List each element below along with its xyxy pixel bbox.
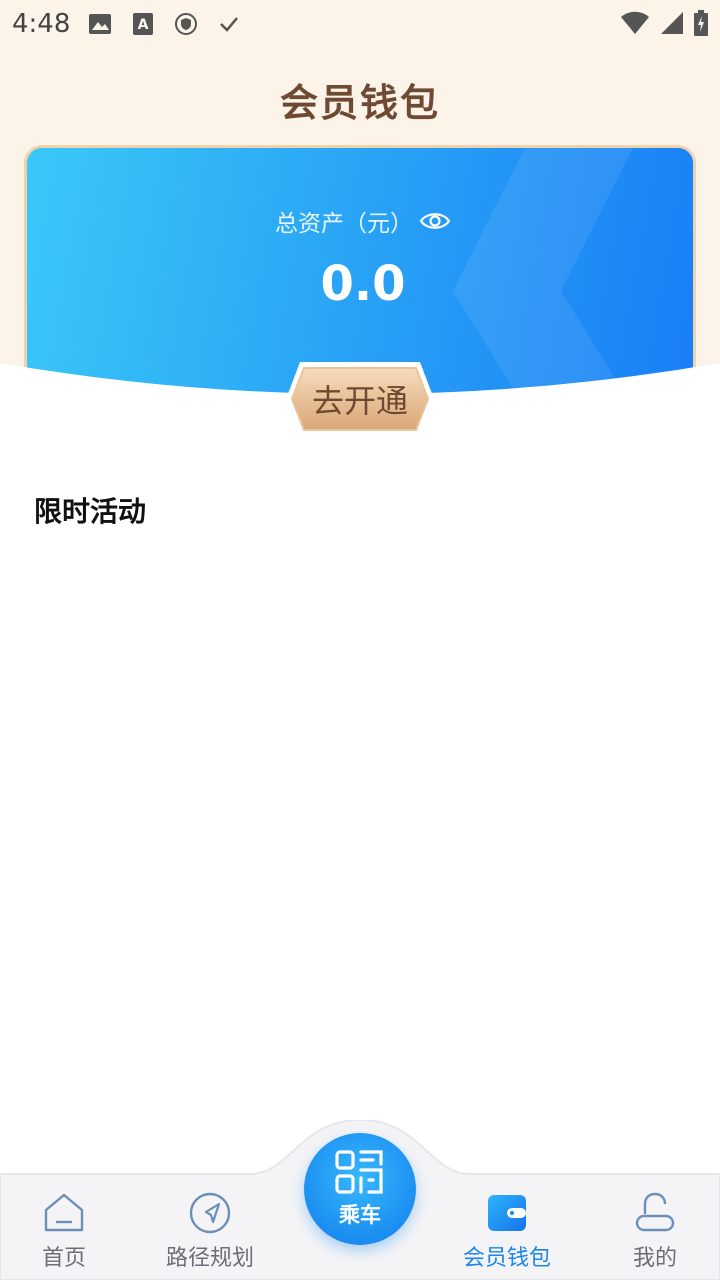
activate-button[interactable]: 去开通 xyxy=(284,360,436,438)
profile-icon xyxy=(635,1192,675,1232)
tab-route-planning-label: 路径规划 xyxy=(165,1246,254,1271)
tab-member-wallet[interactable]: 会员钱包 xyxy=(437,1192,577,1280)
ride-qr-button[interactable]: 乘车 xyxy=(304,1133,416,1245)
wifi-icon xyxy=(621,11,649,34)
image-icon xyxy=(89,14,112,34)
ride-button-label: 乘车 xyxy=(339,1203,381,1227)
status-notification-icons: A xyxy=(88,12,240,36)
navigation-icon xyxy=(189,1192,231,1234)
total-assets-text: 总资产（元） xyxy=(275,211,413,237)
eye-icon[interactable] xyxy=(419,210,451,232)
tab-home[interactable]: 首页 xyxy=(0,1192,134,1280)
svg-text:A: A xyxy=(138,17,149,33)
tab-home-label: 首页 xyxy=(41,1246,86,1271)
tab-member-wallet-label: 会员钱包 xyxy=(462,1246,551,1271)
battery-icon xyxy=(694,10,708,36)
status-bar: 4:48 A xyxy=(0,0,720,48)
shield-icon xyxy=(175,13,198,35)
qr-code-icon xyxy=(335,1150,383,1194)
activate-button-label: 去开通 xyxy=(311,382,408,420)
tab-mine[interactable]: 我的 xyxy=(585,1192,720,1280)
text-a-icon: A xyxy=(133,13,154,35)
section-title-limited-activities: 限时活动 xyxy=(34,495,147,528)
tab-route-planning[interactable]: 路径规划 xyxy=(140,1192,280,1280)
signal-icon xyxy=(661,12,683,34)
status-system-icons xyxy=(620,10,708,36)
home-icon xyxy=(44,1193,84,1232)
wallet-icon xyxy=(488,1195,526,1231)
tab-mine-label: 我的 xyxy=(632,1246,677,1271)
status-time: 4:48 xyxy=(12,9,71,39)
page-title: 会员钱包 xyxy=(279,81,440,125)
total-assets-label: 总资产（元） xyxy=(27,204,693,238)
total-assets-value: 0.0 xyxy=(320,256,406,312)
check-icon xyxy=(220,17,239,32)
